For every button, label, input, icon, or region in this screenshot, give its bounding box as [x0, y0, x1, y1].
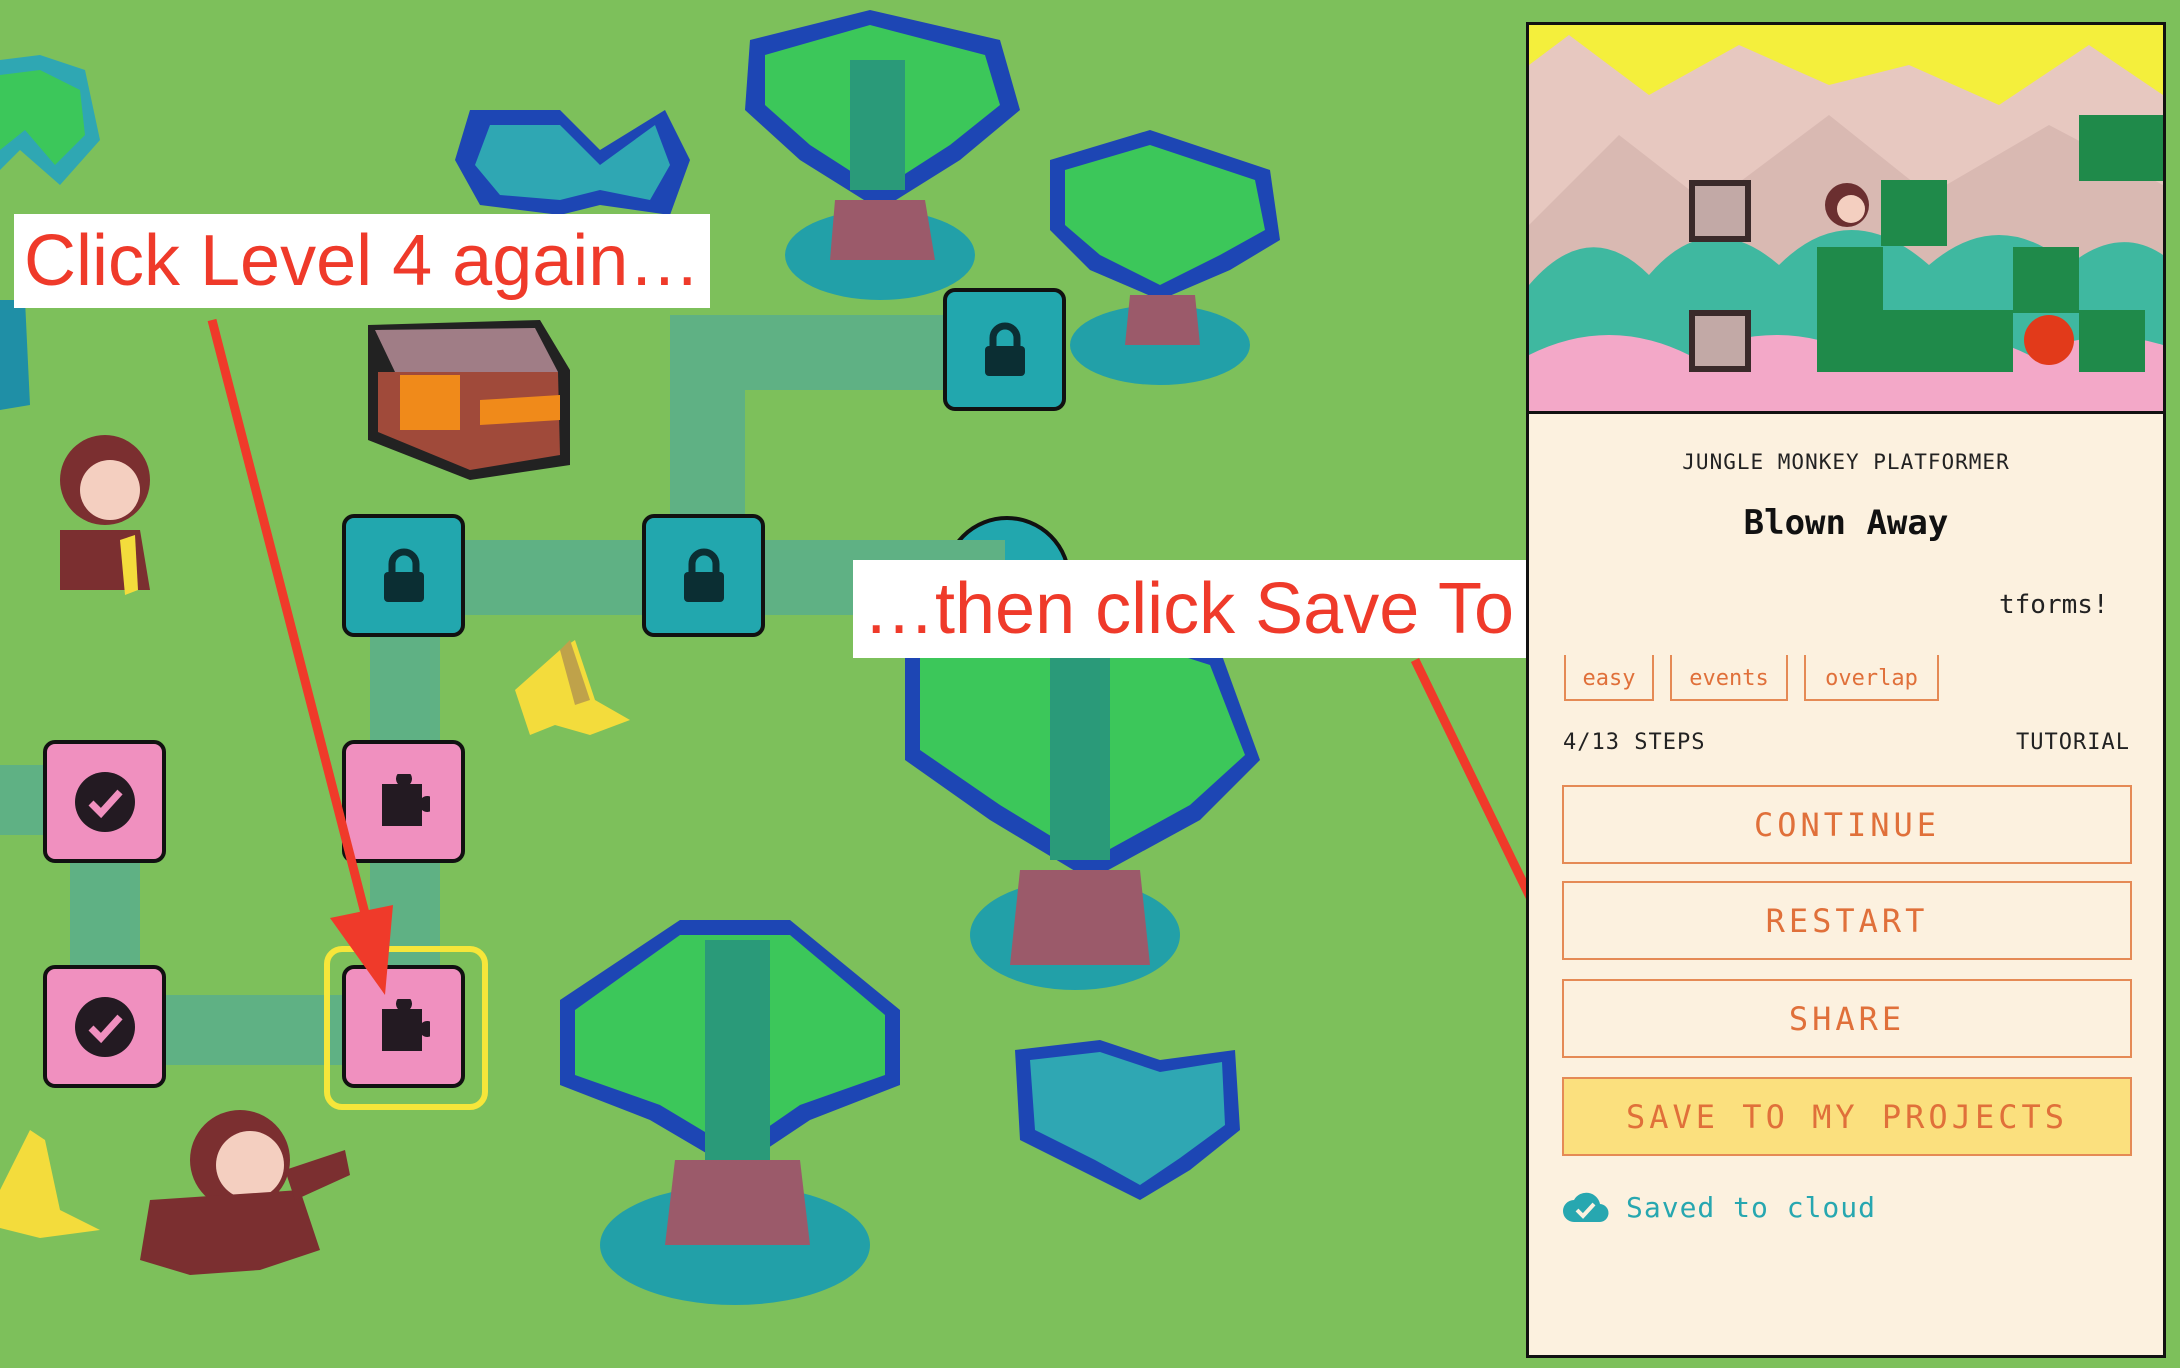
- level-description: tforms!: [1999, 590, 2109, 620]
- tag-overlap: overlap: [1804, 655, 1939, 701]
- share-button[interactable]: SHARE: [1562, 979, 2132, 1058]
- tag-easy: easy: [1564, 655, 1654, 701]
- tag-events: events: [1670, 655, 1788, 701]
- level-title: Blown Away: [1743, 503, 1949, 543]
- game-category: JUNGLE MONKEY PLATFORMER: [1682, 450, 2010, 474]
- level-detail-panel: JUNGLE MONKEY PLATFORMER Blown Away tfor…: [1526, 22, 2166, 1358]
- cloud-check-icon: [1563, 1192, 1609, 1223]
- save-to-my-projects-button[interactable]: SAVE TO MY PROJECTS: [1562, 1077, 2132, 1156]
- callout-click-level-4: Click Level 4 again…: [14, 214, 711, 308]
- continue-button[interactable]: CONTINUE: [1562, 785, 2132, 864]
- level-mode: TUTORIAL: [2016, 730, 2130, 755]
- game-preview-image: [1529, 25, 2163, 411]
- save-status: Saved to cloud: [1562, 1190, 1876, 1224]
- restart-button[interactable]: RESTART: [1562, 881, 2132, 960]
- game-preview: [1529, 25, 2163, 414]
- step-progress: 4/13 STEPS: [1563, 730, 1706, 755]
- arrow-to-level-4: [207, 318, 373, 927]
- save-status-text: Saved to cloud: [1626, 1190, 1877, 1224]
- arrow-head-icon: [330, 905, 393, 995]
